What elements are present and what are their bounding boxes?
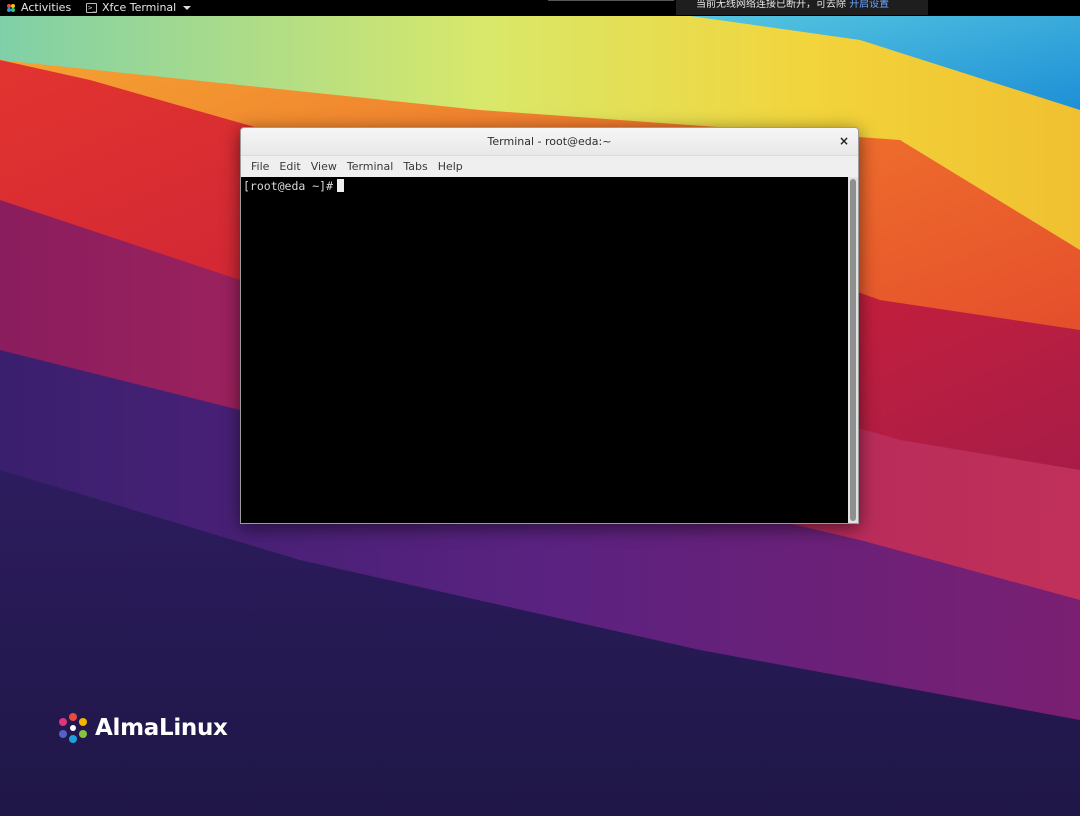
- terminal-app-icon: >_: [86, 3, 97, 13]
- notification-progress: [548, 0, 674, 1]
- close-button[interactable]: ×: [838, 135, 850, 147]
- shell-prompt: [root@eda ~]#: [243, 179, 334, 193]
- notification-banner[interactable]: 当前无线网络连接已断开，可去除 开启设置: [676, 0, 928, 15]
- notification-text: 当前无线网络连接已断开，可去除: [696, 0, 846, 10]
- desktop: Activities >_ Xfce Terminal 当前无线网络连接已断开，…: [0, 0, 1080, 816]
- menu-edit[interactable]: Edit: [274, 160, 305, 173]
- terminal-area[interactable]: [root@eda ~]#: [241, 177, 858, 523]
- notification-link[interactable]: 开启设置: [849, 0, 889, 10]
- window-title: Terminal - root@eda:~: [487, 135, 612, 148]
- chevron-down-icon: [183, 6, 192, 10]
- app-menu[interactable]: >_ Xfce Terminal: [86, 0, 192, 16]
- window-title-bar[interactable]: Terminal - root@eda:~ ×: [241, 128, 858, 155]
- almalinux-logo-icon: [59, 713, 87, 743]
- menu-tabs[interactable]: Tabs: [398, 160, 432, 173]
- menu-terminal[interactable]: Terminal: [342, 160, 399, 173]
- text-cursor: [337, 179, 345, 192]
- app-menu-label: Xfce Terminal: [102, 1, 177, 14]
- menu-help[interactable]: Help: [433, 160, 468, 173]
- terminal-window[interactable]: Terminal - root@eda:~ × File Edit View T…: [240, 127, 859, 524]
- menu-bar: File Edit View Terminal Tabs Help: [241, 155, 858, 178]
- menu-view[interactable]: View: [306, 160, 342, 173]
- activities-button[interactable]: Activities: [6, 0, 71, 16]
- menu-file[interactable]: File: [246, 160, 274, 173]
- scrollbar-thumb[interactable]: [850, 179, 856, 521]
- top-panel: Activities >_ Xfce Terminal 当前无线网络连接已断开，…: [0, 0, 1080, 16]
- activities-icon: [7, 4, 15, 12]
- activities-label: Activities: [21, 1, 72, 14]
- logo-text: AlmaLinux: [95, 715, 228, 741]
- almalinux-logo: AlmaLinux: [55, 710, 228, 746]
- terminal-content[interactable]: [root@eda ~]#: [243, 179, 846, 523]
- terminal-scrollbar[interactable]: [848, 177, 858, 523]
